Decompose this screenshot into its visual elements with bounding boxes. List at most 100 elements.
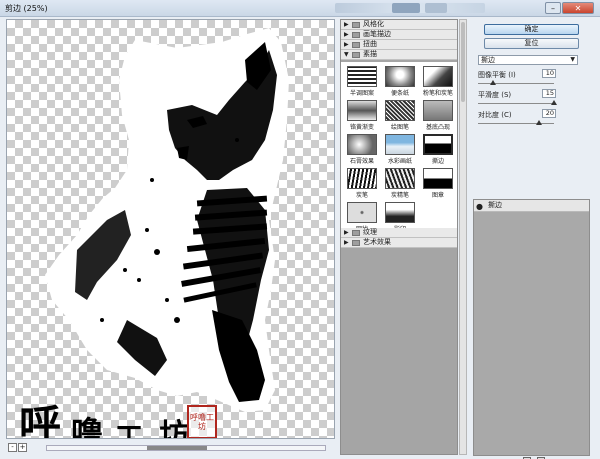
filter-thumbnail[interactable]: 撕边 bbox=[421, 134, 455, 165]
ok-button[interactable]: 确定 bbox=[484, 24, 579, 35]
reset-button[interactable]: 复位 bbox=[484, 38, 579, 49]
filter-thumbnail[interactable]: 基底凸现 bbox=[421, 100, 455, 131]
close-button[interactable]: ✕ bbox=[562, 2, 594, 14]
filter-thumbnail[interactable]: 炭精笔 bbox=[383, 168, 417, 199]
title-bar: 剪边 (25%) – ✕ bbox=[0, 0, 600, 17]
folder-label: 纹理 bbox=[363, 228, 377, 236]
param-value-input[interactable]: 15 bbox=[542, 89, 556, 98]
filter-thumbnail-image[interactable] bbox=[385, 66, 415, 87]
folder-label: 风格化 bbox=[363, 20, 384, 28]
filter-gallery: ▶ 风格化 ▶ 画笔描边 ▶ 扭曲 ▼ 素描 半调图案 便条纸 粉笔和炭笔铬黄渐变 绘… bbox=[340, 19, 458, 455]
param-value-input[interactable]: 10 bbox=[542, 69, 556, 78]
param-value-input[interactable]: 20 bbox=[542, 109, 556, 118]
filter-thumbnail[interactable]: 石膏效果 bbox=[345, 134, 379, 165]
param-contrast: 对比度 (C) 20 bbox=[478, 109, 588, 130]
filter-thumbnail-label: 基底凸现 bbox=[425, 124, 450, 131]
folder-brush-strokes[interactable]: ▶ 画笔描边 bbox=[341, 30, 457, 40]
filter-thumbnail-label: 铬黄渐变 bbox=[349, 124, 374, 131]
filter-thumbnail-label: 石膏效果 bbox=[349, 158, 374, 165]
gallery-scrollbar-thumb[interactable] bbox=[461, 22, 465, 102]
filter-thumbnail-label: 绘图笔 bbox=[390, 124, 409, 131]
settings-panel: 确定 复位 撕边 ▼ 图像平衡 (I) 10 平滑度 (S) 15 对比度 (C… bbox=[470, 19, 600, 459]
folder-sketch[interactable]: ▼ 素描 bbox=[341, 50, 457, 60]
filter-thumbnail-label: 撕边 bbox=[431, 158, 444, 165]
cat-image bbox=[45, 28, 289, 412]
folder-artistic[interactable]: ▶ 艺术效果 bbox=[341, 238, 457, 248]
filter-thumbnail[interactable]: 图章 bbox=[421, 168, 455, 199]
filter-thumbnail[interactable]: 绘图笔 bbox=[383, 100, 417, 131]
zoom-in-button[interactable]: + bbox=[18, 443, 27, 452]
filter-thumbnail-label: 炭精笔 bbox=[390, 192, 409, 199]
filter-thumbnail-image[interactable] bbox=[423, 66, 453, 87]
eye-icon[interactable]: ● bbox=[476, 201, 483, 212]
folder-label: 扭曲 bbox=[363, 40, 377, 48]
effect-layer-name: 撕边 bbox=[488, 201, 502, 209]
window-title: 剪边 (25%) bbox=[5, 4, 48, 13]
preview-canvas[interactable]: 呼 噜 工 坊 呼噜工坊 bbox=[6, 19, 335, 439]
filter-thumbnail-image[interactable] bbox=[423, 168, 453, 189]
filter-thumbnail-image[interactable] bbox=[347, 168, 377, 189]
gallery-scrollbar[interactable] bbox=[459, 19, 467, 455]
minimize-button[interactable]: – bbox=[545, 2, 561, 14]
slider-track[interactable] bbox=[478, 103, 554, 104]
folder-arrow-icon: ▶ bbox=[344, 21, 349, 28]
filter-thumbnail-image[interactable] bbox=[347, 100, 377, 121]
red-seal-stamp: 呼噜工坊 bbox=[187, 405, 217, 438]
horizontal-scrollbar[interactable] bbox=[46, 445, 326, 451]
calligraphy-char-4: 坊 bbox=[159, 418, 189, 439]
folder-icon bbox=[352, 52, 360, 58]
chevron-down-icon: ▼ bbox=[570, 56, 575, 63]
folder-arrow-icon: ▶ bbox=[344, 239, 349, 246]
filter-thumbnail-image[interactable] bbox=[385, 168, 415, 189]
folder-label: 素描 bbox=[363, 50, 377, 58]
filter-thumbnail-image[interactable] bbox=[385, 100, 415, 121]
folder-stylize[interactable]: ▶ 风格化 bbox=[341, 20, 457, 30]
filter-thumbnail[interactable]: 粉笔和炭笔 bbox=[421, 66, 455, 97]
scrollbar-thumb[interactable] bbox=[147, 446, 207, 450]
folder-icon bbox=[352, 42, 360, 48]
filter-thumbnail-image[interactable] bbox=[385, 202, 415, 223]
calligraphy-char-1: 呼 bbox=[19, 401, 62, 439]
slider-track[interactable] bbox=[478, 123, 554, 124]
folder-icon bbox=[352, 22, 360, 28]
filter-thumbnail-image[interactable] bbox=[347, 134, 377, 155]
filter-thumbnail-image[interactable] bbox=[347, 202, 377, 223]
slider-knob[interactable] bbox=[551, 100, 557, 105]
filter-thumbnail[interactable]: 半调图案 bbox=[345, 66, 379, 97]
folder-arrow-icon: ▶ bbox=[344, 31, 349, 38]
filter-thumbnail-image[interactable] bbox=[347, 66, 377, 87]
folder-icon bbox=[352, 230, 360, 236]
effect-layers-panel: ● 撕边 bbox=[473, 199, 590, 456]
filter-thumbnail-label: 图章 bbox=[431, 192, 444, 199]
param-label: 平滑度 (S) bbox=[478, 91, 512, 99]
folder-distort[interactable]: ▶ 扭曲 bbox=[341, 40, 457, 50]
minimize-icon: – bbox=[551, 3, 555, 13]
param-smoothness: 平滑度 (S) 15 bbox=[478, 89, 588, 110]
filter-thumbnail-image[interactable] bbox=[385, 134, 415, 155]
slider-knob[interactable] bbox=[490, 80, 497, 85]
filter-thumbnail[interactable]: 水彩画纸 bbox=[383, 134, 417, 165]
filter-thumbnails: 半调图案 便条纸 粉笔和炭笔铬黄渐变 绘图笔 基底凸现石膏效果 水彩画纸 撕边炭笔 炭精笔 图章… bbox=[341, 62, 457, 248]
filter-thumbnail[interactable]: 炭笔 bbox=[345, 168, 379, 199]
folder-icon bbox=[352, 240, 360, 246]
calligraphy-char-3: 工 bbox=[115, 421, 144, 439]
folder-arrow-icon: ▶ bbox=[344, 229, 349, 236]
filter-thumbnail-image[interactable] bbox=[423, 134, 453, 155]
filter-thumbnail-label: 便条纸 bbox=[390, 90, 409, 97]
folder-texture[interactable]: ▶ 纹理 bbox=[341, 228, 457, 238]
effect-layer-row[interactable]: ● 撕边 bbox=[474, 200, 589, 212]
calligraphy-char-2: 噜 bbox=[71, 414, 104, 439]
filter-select-value: 撕边 bbox=[481, 56, 495, 64]
param-image-balance: 图像平衡 (I) 10 bbox=[478, 69, 588, 90]
filter-thumbnail[interactable]: 铬黄渐变 bbox=[345, 100, 379, 131]
slider-knob[interactable] bbox=[535, 120, 542, 125]
folder-arrow-icon: ▼ bbox=[344, 51, 349, 58]
folder-label: 画笔描边 bbox=[363, 30, 391, 38]
blurred-tab-1 bbox=[392, 3, 420, 13]
filter-thumbnail-label: 炭笔 bbox=[355, 192, 368, 199]
filter-thumbnail[interactable]: 便条纸 bbox=[383, 66, 417, 97]
zoom-out-button[interactable]: - bbox=[8, 443, 17, 452]
filter-select[interactable]: 撕边 ▼ bbox=[478, 55, 578, 65]
folder-icon bbox=[352, 32, 360, 38]
filter-thumbnail-image[interactable] bbox=[423, 100, 453, 121]
